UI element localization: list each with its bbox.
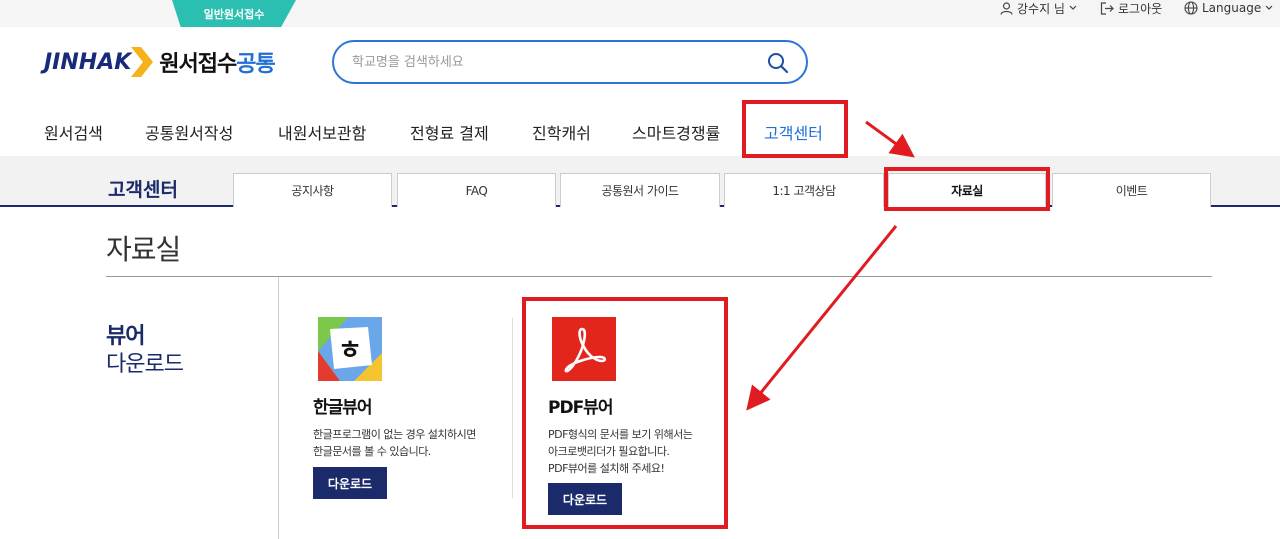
tab-event[interactable]: 이벤트 (1052, 173, 1211, 207)
search-icon[interactable] (766, 51, 790, 75)
hangul-download-button[interactable]: 다운로드 (313, 467, 387, 499)
highlight-customer-center (742, 100, 848, 158)
logo-arrow-icon (131, 47, 154, 77)
nav-common-application[interactable]: 공통원서작성 (145, 120, 233, 144)
user-icon (1000, 1, 1013, 15)
general-application-tab[interactable]: 일반원서접수 (172, 0, 296, 27)
chevron-down-icon (1069, 5, 1077, 11)
nav-smart-competition[interactable]: 스마트경쟁률 (632, 120, 720, 144)
user-menu[interactable]: 강수지 님 (1000, 0, 1077, 16)
chevron-down-icon (1265, 5, 1273, 11)
hangul-desc-line: 한글문서를 볼 수 있습니다. (313, 445, 431, 458)
logout-link[interactable]: 로그아웃 (1100, 0, 1162, 16)
hangul-desc-line: 한글프로그램이 없는 경우 설치하시면 (313, 428, 476, 441)
section-title-normal: 다운로드 (106, 352, 184, 377)
logout-icon (1100, 1, 1114, 15)
highlight-archive-tab (884, 167, 1050, 211)
site-logo[interactable]: JINHAK 원서접수공통 (44, 44, 276, 80)
page-title: 자료실 (106, 233, 181, 266)
tab-faq[interactable]: FAQ (397, 173, 556, 207)
hangul-viewer-icon: ㅎ (318, 317, 382, 381)
nav-application-search[interactable]: 원서검색 (44, 120, 103, 144)
logo-title: 원서접수공통 (159, 46, 275, 78)
svg-text:ㅎ: ㅎ (338, 336, 362, 366)
logo-brand: JINHAK (44, 49, 132, 75)
globe-icon (1184, 1, 1198, 15)
highlight-pdf-viewer (522, 297, 728, 529)
section-divider (278, 277, 279, 539)
tab-common-guide[interactable]: 공통원서 가이드 (560, 173, 720, 207)
language-selector[interactable]: Language (1184, 0, 1273, 16)
hangul-viewer-desc: 한글프로그램이 없는 경우 설치하시면 한글문서를 볼 수 있습니다. (313, 426, 476, 460)
hangul-viewer-name: 한글뷰어 (313, 398, 373, 418)
viewer-divider (512, 318, 513, 498)
tab-consulting[interactable]: 1:1 고객상담 (724, 173, 884, 207)
arrow-to-archive-tab (865, 120, 915, 158)
logout-label: 로그아웃 (1118, 1, 1163, 16)
language-label: Language (1202, 1, 1262, 15)
logo-title-main: 원서접수 (159, 52, 237, 77)
nav-my-applications[interactable]: 내원서보관함 (278, 120, 366, 144)
title-divider (106, 276, 1212, 277)
subnav-title: 고객센터 (108, 179, 178, 201)
user-name: 강수지 님 (1017, 1, 1065, 16)
nav-jinhak-cash[interactable]: 진학캐쉬 (532, 120, 591, 144)
search-input[interactable] (352, 51, 752, 73)
school-search-box (332, 40, 808, 84)
arrow-to-pdf-viewer (746, 225, 898, 411)
tab-notice[interactable]: 공지사항 (233, 173, 392, 207)
logo-title-accent: 공통 (236, 52, 275, 77)
nav-fee-payment[interactable]: 전형료 결제 (410, 120, 489, 144)
